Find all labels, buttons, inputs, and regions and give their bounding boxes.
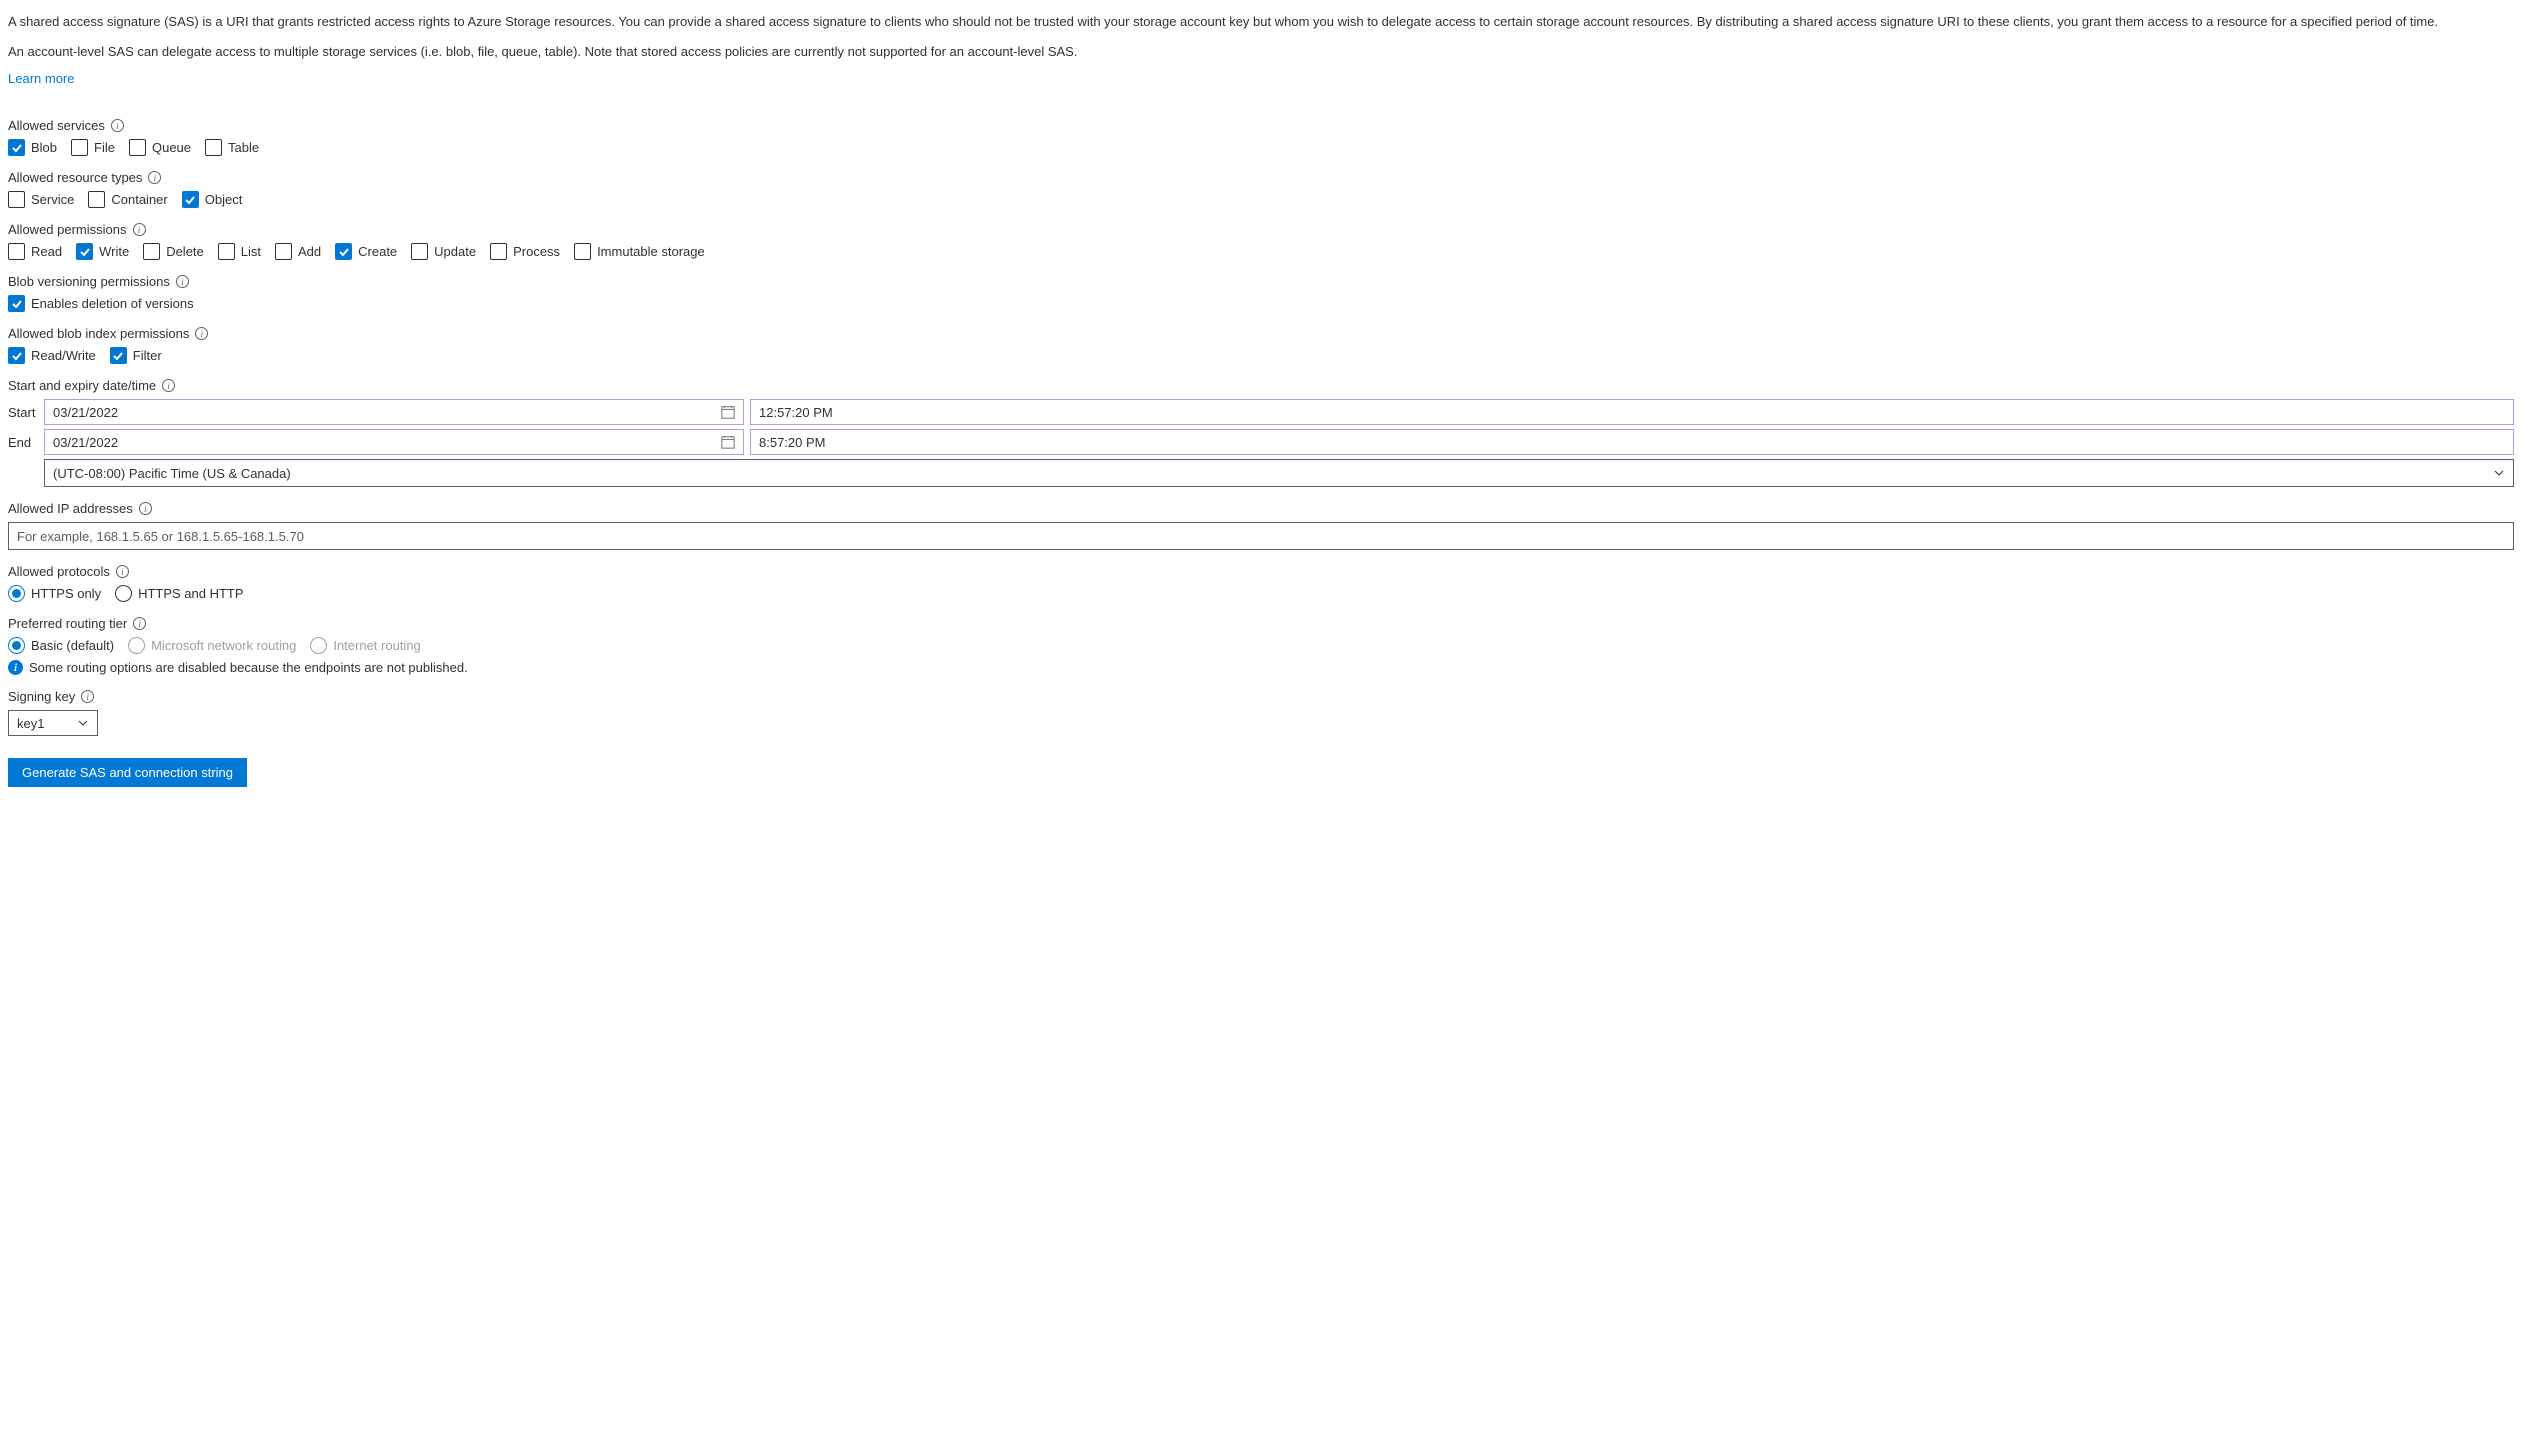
start-label: Start [8,405,38,420]
permissions-option-label: Update [434,244,476,259]
services-checkbox-blob[interactable] [8,139,25,156]
signing-key-label: Signing key [8,689,75,704]
permissions-option-label: Immutable storage [597,244,705,259]
generate-button[interactable]: Generate SAS and connection string [8,758,247,787]
info-icon[interactable]: i [139,502,152,515]
services-checkbox-queue[interactable] [129,139,146,156]
info-filled-icon: i [8,660,23,675]
end-label: End [8,435,38,450]
blob_index-option-label: Read/Write [31,348,96,363]
info-icon[interactable]: i [111,119,124,132]
learn-more-link[interactable]: Learn more [8,71,74,86]
services-option-label: Queue [152,140,191,155]
protocols-option-label: HTTPS only [31,586,101,601]
routing-option-label: Internet routing [333,638,420,653]
permissions-option-label: Add [298,244,321,259]
blob_versioning-option-label: Enables deletion of versions [31,296,194,311]
info-icon[interactable]: i [133,223,146,236]
chevron-down-icon [2493,467,2505,479]
resource_types-checkbox-object[interactable] [182,191,199,208]
calendar-icon [721,435,735,449]
end-date-value: 03/21/2022 [53,435,118,450]
end-time-value: 8:57:20 PM [759,435,826,450]
permissions-checkbox-update[interactable] [411,243,428,260]
permissions-checkbox-create[interactable] [335,243,352,260]
description-text-1: A shared access signature (SAS) is a URI… [8,12,2514,32]
allowed-resource-types-label: Allowed resource types [8,170,142,185]
info-icon[interactable]: i [81,690,94,703]
services-option-label: Table [228,140,259,155]
allowed-permissions-label: Allowed permissions [8,222,127,237]
end-time-input[interactable]: 8:57:20 PM [750,429,2514,455]
start-time-value: 12:57:20 PM [759,405,833,420]
services-checkbox-file[interactable] [71,139,88,156]
blob-versioning-label: Blob versioning permissions [8,274,170,289]
signing-key-value: key1 [17,716,44,731]
routing-radio-basic-default-[interactable] [8,637,25,654]
resource_types-option-label: Container [111,192,167,207]
permissions-checkbox-process[interactable] [490,243,507,260]
calendar-icon [721,405,735,419]
signing-key-select[interactable]: key1 [8,710,98,736]
resource_types-option-label: Object [205,192,243,207]
start-date-input[interactable]: 03/21/2022 [44,399,744,425]
resource_types-option-label: Service [31,192,74,207]
routing-radio-internet-routing [310,637,327,654]
permissions-checkbox-immutable-storage[interactable] [574,243,591,260]
permissions-checkbox-read[interactable] [8,243,25,260]
blob_versioning-checkbox-enables-deletion-of-versions[interactable] [8,295,25,312]
protocols-radio-https-and-http[interactable] [115,585,132,602]
start-time-input[interactable]: 12:57:20 PM [750,399,2514,425]
services-option-label: Blob [31,140,57,155]
services-option-label: File [94,140,115,155]
blob_index-option-label: Filter [133,348,162,363]
chevron-down-icon [77,717,89,729]
permissions-option-label: List [241,244,261,259]
blob-index-label: Allowed blob index permissions [8,326,189,341]
description-text-2: An account-level SAS can delegate access… [8,42,2514,62]
permissions-checkbox-delete[interactable] [143,243,160,260]
routing-label: Preferred routing tier [8,616,127,631]
blob_index-checkbox-filter[interactable] [110,347,127,364]
info-icon[interactable]: i [176,275,189,288]
timezone-value: (UTC-08:00) Pacific Time (US & Canada) [53,466,291,481]
services-checkbox-table[interactable] [205,139,222,156]
routing-option-label: Microsoft network routing [151,638,296,653]
blob_index-checkbox-read-write[interactable] [8,347,25,364]
resource_types-checkbox-container[interactable] [88,191,105,208]
resource_types-checkbox-service[interactable] [8,191,25,208]
info-icon[interactable]: i [133,617,146,630]
allowed-protocols-label: Allowed protocols [8,564,110,579]
end-date-input[interactable]: 03/21/2022 [44,429,744,455]
info-icon[interactable]: i [162,379,175,392]
permissions-option-label: Delete [166,244,204,259]
permissions-checkbox-write[interactable] [76,243,93,260]
datetime-label: Start and expiry date/time [8,378,156,393]
start-date-value: 03/21/2022 [53,405,118,420]
routing-note: Some routing options are disabled becaus… [29,660,468,675]
permissions-option-label: Read [31,244,62,259]
info-icon[interactable]: i [148,171,161,184]
protocols-radio-https-only[interactable] [8,585,25,602]
permissions-option-label: Create [358,244,397,259]
routing-radio-microsoft-network-routing [128,637,145,654]
permissions-option-label: Write [99,244,129,259]
permissions-option-label: Process [513,244,560,259]
permissions-checkbox-list[interactable] [218,243,235,260]
permissions-checkbox-add[interactable] [275,243,292,260]
info-icon[interactable]: i [195,327,208,340]
protocols-option-label: HTTPS and HTTP [138,586,243,601]
allowed-ip-label: Allowed IP addresses [8,501,133,516]
allowed-services-label: Allowed services [8,118,105,133]
info-icon[interactable]: i [116,565,129,578]
allowed-ip-input[interactable] [8,522,2514,550]
routing-option-label: Basic (default) [31,638,114,653]
timezone-select[interactable]: (UTC-08:00) Pacific Time (US & Canada) [44,459,2514,487]
